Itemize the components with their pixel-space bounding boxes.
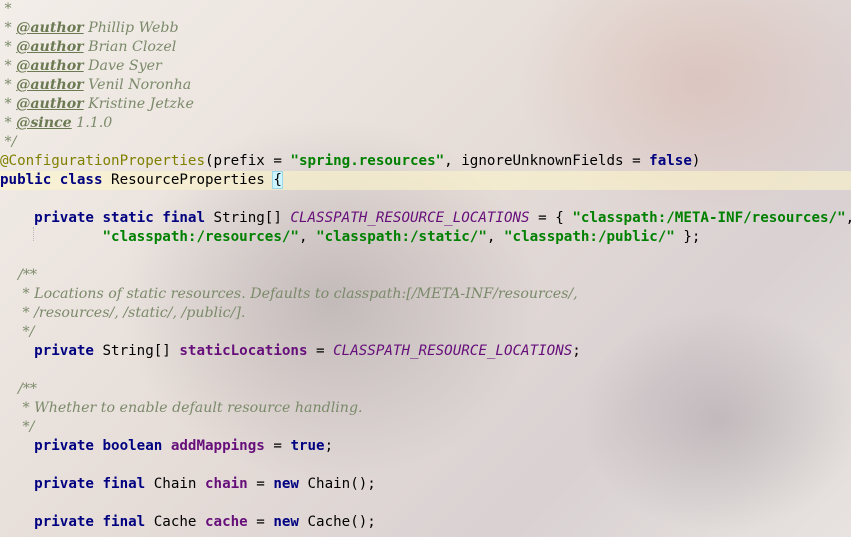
code-text: ) xyxy=(691,153,701,169)
javadoc-prefix: * xyxy=(0,115,17,131)
javadoc-text: Phillip Webb xyxy=(83,20,179,36)
code-text: , xyxy=(298,229,317,245)
javadoc-text: Venil Noronha xyxy=(83,77,192,93)
type-name: Cache xyxy=(153,514,205,530)
code-line-10-current: public class ResourceProperties { xyxy=(0,171,851,190)
javadoc-text: * xyxy=(0,1,12,17)
javadoc-end: */ xyxy=(0,324,35,340)
code-line-3: * @author Brian Clozel xyxy=(0,38,851,57)
code-line-19: * Whether to enable default resource han… xyxy=(0,399,851,418)
keyword: private final xyxy=(0,476,154,492)
code-line-18: /** xyxy=(0,380,851,399)
annotation: @ConfigurationProperties xyxy=(0,153,205,169)
code-line-6: * @author Kristine Jetzke xyxy=(0,95,851,114)
code-line-23: private final Cache cache = new Cache(); xyxy=(0,513,851,532)
field-name: chain xyxy=(205,476,248,492)
javadoc-prefix: * xyxy=(0,77,17,93)
code-line-22: private final Chain chain = new Chain(); xyxy=(0,475,851,494)
code-line-9: @ConfigurationProperties(prefix = "sprin… xyxy=(0,152,851,171)
code-line-12: "classpath:/resources/", "classpath:/sta… xyxy=(0,228,851,247)
keyword: private static final xyxy=(0,210,214,226)
javadoc-tag-author: @author xyxy=(16,39,84,55)
javadoc-prefix: * xyxy=(0,39,17,55)
code-text: ; xyxy=(324,438,334,454)
javadoc-text: * /resources/, /static/, /public/]. xyxy=(0,305,246,321)
field-name: addMappings xyxy=(170,438,265,454)
javadoc-end: */ xyxy=(0,419,35,435)
keyword: private final xyxy=(0,514,154,530)
code-text: = xyxy=(247,476,274,492)
javadoc-prefix: * xyxy=(0,96,17,112)
constant-name: CLASSPATH_RESOURCE_LOCATIONS xyxy=(333,343,573,359)
field-name: cache xyxy=(205,514,248,530)
matched-brace: { xyxy=(272,171,283,189)
javadoc-text: Brian Clozel xyxy=(83,39,177,55)
javadoc-text: * Whether to enable default resource han… xyxy=(0,400,363,416)
code-line-20: */ xyxy=(0,418,851,437)
code-line-17: private String[] staticLocations = CLASS… xyxy=(0,342,851,361)
javadoc-text: Kristine Jetzke xyxy=(83,96,194,112)
code-text: , ignoreUnknownFields = xyxy=(444,153,650,169)
keyword: public class xyxy=(0,172,112,188)
javadoc-text: 1.1.0 xyxy=(71,115,113,131)
type-name: String[] xyxy=(102,343,180,359)
constant-name: CLASSPATH_RESOURCE_LOCATIONS xyxy=(290,210,530,226)
code-text: ; xyxy=(572,343,581,359)
field-name: staticLocations xyxy=(179,343,308,359)
code-text: Cache(); xyxy=(307,514,376,530)
code-text: , xyxy=(846,210,851,226)
keyword: private xyxy=(0,343,103,359)
code-line-21: private boolean addMappings = true; xyxy=(0,437,851,456)
javadoc-start: /** xyxy=(0,267,38,283)
code-line-16: */ xyxy=(0,323,851,342)
string-literal: "classpath:/META-INF/resources/" xyxy=(572,210,846,226)
string-literal: "classpath:/public/" xyxy=(504,229,675,245)
javadoc-start: /** xyxy=(0,381,38,397)
code-line-7: * @since 1.1.0 xyxy=(0,114,851,133)
keyword: private boolean xyxy=(0,438,171,454)
code-line-2: * @author Phillip Webb xyxy=(0,19,851,38)
javadoc-tag-author: @author xyxy=(16,77,84,93)
code-line-15: * /resources/, /static/, /public/]. xyxy=(0,304,851,323)
code-text: (prefix = xyxy=(205,153,291,169)
code-text: = { xyxy=(529,210,573,226)
code-line-5: * @author Venil Noronha xyxy=(0,76,851,95)
type-name: String[] xyxy=(213,210,291,226)
javadoc-tag-author: @author xyxy=(16,20,84,36)
string-literal: "classpath:/static/" xyxy=(316,229,487,245)
code-text: Chain(); xyxy=(307,476,376,492)
indent-guide xyxy=(33,227,34,241)
code-text: = xyxy=(307,343,334,359)
code-text: = xyxy=(264,438,291,454)
javadoc-text: * Locations of static resources. Default… xyxy=(0,286,578,302)
type-name: Chain xyxy=(153,476,205,492)
code-text: , xyxy=(486,229,504,245)
code-editor[interactable]: * * @author Phillip Webb * @author Brian… xyxy=(0,0,851,537)
javadoc-prefix: * xyxy=(0,58,17,74)
javadoc-tag-author: @author xyxy=(16,96,84,112)
code-line-11: private static final String[] CLASSPATH_… xyxy=(0,209,851,228)
class-name: ResourceProperties xyxy=(111,172,274,188)
code-line-14: * Locations of static resources. Default… xyxy=(0,285,851,304)
code-line-1: * xyxy=(0,0,851,19)
code-line-8: */ xyxy=(0,133,851,152)
javadoc-text: Dave Syer xyxy=(83,58,162,74)
keyword: true xyxy=(290,438,325,454)
string-literal: "spring.resources" xyxy=(290,153,445,169)
code-text: }; xyxy=(674,229,701,245)
code-text: = xyxy=(247,514,274,530)
javadoc-end: */ xyxy=(0,134,17,150)
code-line-13: /** xyxy=(0,266,851,285)
keyword: new xyxy=(273,514,308,530)
javadoc-tag-since: @since xyxy=(16,115,72,131)
javadoc-tag-author: @author xyxy=(16,58,84,74)
string-literal: "classpath:/resources/" xyxy=(102,229,299,245)
keyword: false xyxy=(649,153,692,169)
keyword: new xyxy=(273,476,308,492)
javadoc-prefix: * xyxy=(0,20,17,36)
code-line-4: * @author Dave Syer xyxy=(0,57,851,76)
